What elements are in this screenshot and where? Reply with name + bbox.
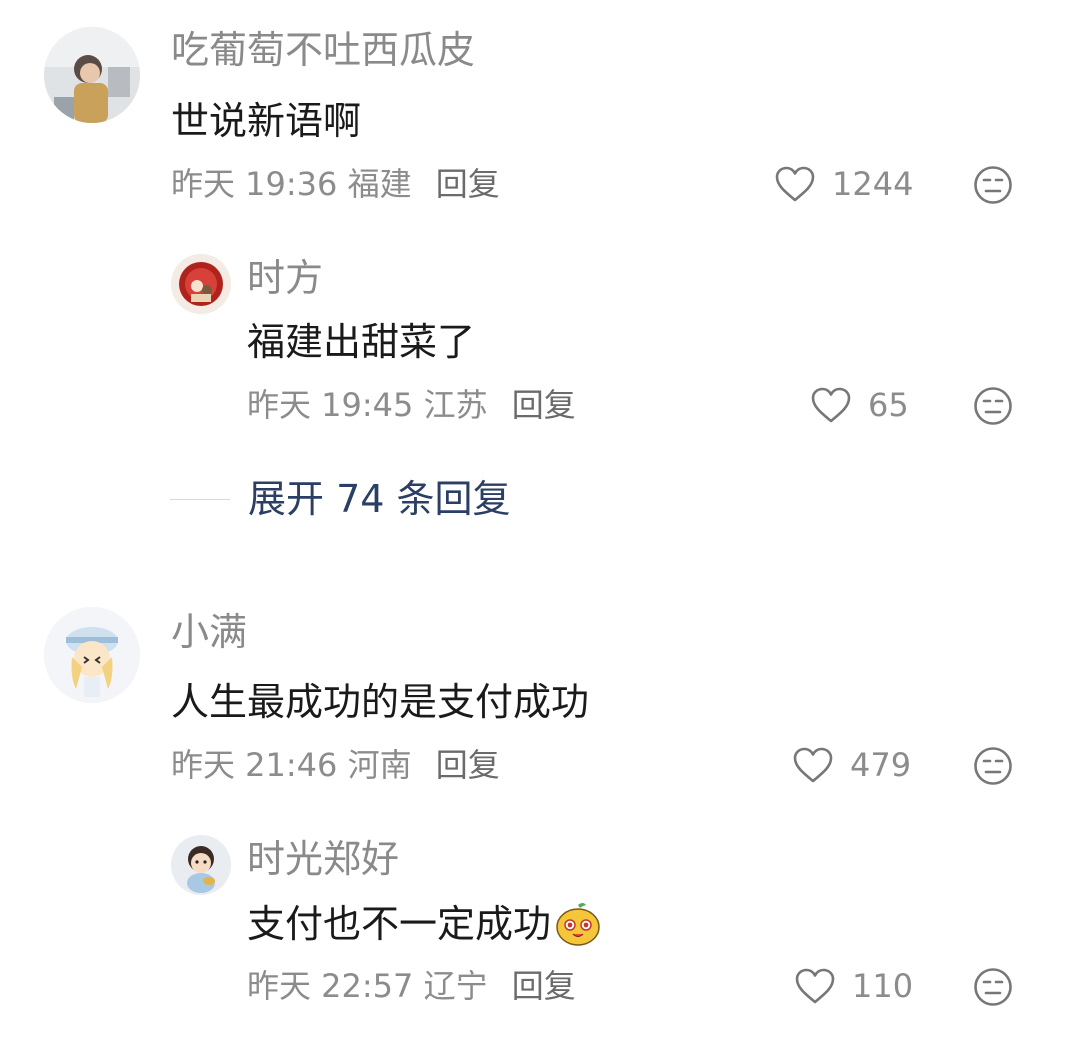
comment-location: 河南 — [347, 746, 412, 784]
heart-outline-icon — [793, 747, 833, 783]
reply-button[interactable]: 回复 — [512, 386, 576, 424]
comment-time: 昨天 19:36 — [171, 165, 338, 203]
comment-text: 世说新语啊 — [171, 99, 362, 143]
neutral-face-icon[interactable] — [973, 746, 1013, 786]
heart-outline-icon — [775, 166, 815, 202]
like-count: 479 — [850, 746, 912, 784]
like-count: 1244 — [832, 165, 914, 203]
comment-author[interactable]: 小满 — [171, 609, 247, 655]
reply-meta: 昨天 19:45 江苏 回复 — [247, 385, 576, 425]
reply-text: 支付也不一定成功 — [247, 899, 603, 949]
like-button[interactable]: 1244 — [774, 164, 913, 204]
comment-time: 昨天 21:46 — [171, 746, 338, 784]
avatar[interactable] — [171, 254, 231, 314]
comment-author[interactable]: 吃葡萄不吐西瓜皮 — [171, 27, 475, 73]
comment-location: 福建 — [347, 165, 412, 203]
avatar[interactable] — [171, 835, 231, 895]
neutral-face-icon[interactable] — [973, 386, 1013, 426]
like-button[interactable]: 65 — [810, 385, 909, 425]
expand-replies-label[interactable]: 展开 74 条回复 — [248, 476, 511, 522]
reply-location: 江苏 — [423, 386, 488, 424]
avatar[interactable] — [44, 27, 140, 123]
like-count: 65 — [868, 386, 909, 424]
reply-button[interactable]: 回复 — [436, 165, 500, 203]
reply-button[interactable]: 回复 — [436, 746, 500, 784]
like-count: 110 — [852, 967, 914, 1005]
reply-text: 福建出甜菜了 — [247, 320, 476, 364]
reply-author[interactable]: 时光郑好 — [247, 836, 399, 882]
neutral-face-icon[interactable] — [973, 165, 1013, 205]
neutral-face-icon[interactable] — [973, 967, 1013, 1007]
avatar[interactable] — [44, 607, 140, 703]
reply-text-body: 支付也不一定成功 — [247, 902, 552, 946]
divider — [170, 498, 230, 500]
yellow-mascot-sticker — [556, 903, 600, 946]
reply-location: 辽宁 — [423, 967, 488, 1005]
comment-meta: 昨天 19:36 福建 回复 — [171, 164, 500, 204]
like-button[interactable]: 110 — [794, 966, 913, 1006]
comment-text: 人生最成功的是支付成功 — [171, 680, 590, 724]
reply-author[interactable]: 时方 — [247, 255, 323, 301]
reply-time: 昨天 19:45 — [247, 386, 414, 424]
like-button[interactable]: 479 — [792, 745, 911, 785]
reply-button[interactable]: 回复 — [512, 967, 576, 1005]
heart-outline-icon — [811, 387, 851, 423]
reply-time: 昨天 22:57 — [247, 967, 414, 1005]
reply-meta: 昨天 22:57 辽宁 回复 — [247, 966, 576, 1006]
comment-meta: 昨天 21:46 河南 回复 — [171, 745, 500, 785]
heart-outline-icon — [795, 968, 835, 1004]
expand-replies[interactable]: 展开 74 条回复 — [170, 476, 511, 522]
